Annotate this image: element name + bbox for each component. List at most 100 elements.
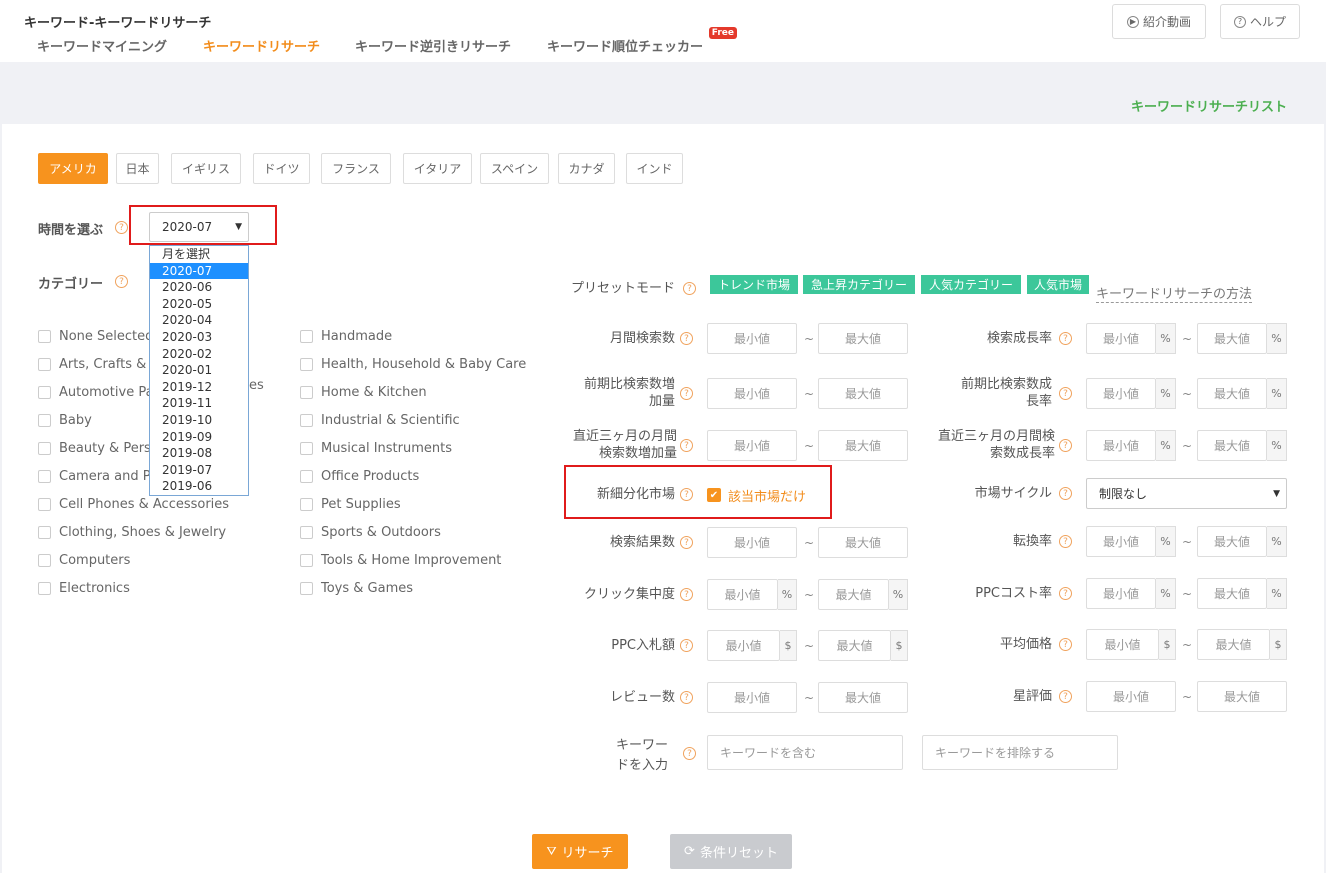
checkbox[interactable] [38, 469, 51, 483]
category-item[interactable]: Pet Supplies [300, 490, 540, 518]
checkbox[interactable] [38, 553, 51, 567]
ppc-cost-max-input[interactable]: 最大値 [1197, 578, 1267, 609]
checkbox[interactable] [38, 413, 51, 427]
checkbox[interactable] [300, 525, 313, 539]
category-item[interactable]: Home & Kitchen [300, 378, 540, 406]
country-uk[interactable]: イギリス [171, 153, 241, 184]
category-item[interactable]: Industrial & Scientific [300, 406, 540, 434]
preset-tag-popular-market[interactable]: 人気市場 [1027, 275, 1089, 294]
month-option[interactable]: 2020-01 [150, 362, 248, 379]
three-month-growth-max-input[interactable]: 最大値 [1197, 430, 1267, 461]
checkbox[interactable] [300, 413, 313, 427]
month-option[interactable]: 2020-05 [150, 296, 248, 313]
month-select[interactable]: 2020-07 ▼ [149, 212, 249, 242]
category-item[interactable]: Electronics [38, 574, 278, 602]
help-button[interactable]: ? ヘルプ [1220, 4, 1300, 39]
tab-rank-checker[interactable]: キーワード順位チェッカー Free [533, 27, 737, 62]
prev-increase-max-input[interactable]: 最大値 [818, 378, 908, 409]
monthly-search-max-input[interactable]: 最大値 [818, 323, 908, 354]
research-list-link[interactable]: キーワードリサーチリスト [1131, 96, 1287, 115]
ppc-bid-min-input[interactable]: 最小値 [707, 630, 780, 661]
country-spain[interactable]: スペイン [480, 153, 549, 184]
prev-growth-max-input[interactable]: 最大値 [1197, 378, 1267, 409]
reviews-max-input[interactable]: 最大値 [818, 682, 908, 713]
country-usa[interactable]: アメリカ [38, 153, 108, 184]
country-india[interactable]: インド [626, 153, 683, 184]
checkbox[interactable] [38, 497, 51, 511]
checkbox[interactable] [38, 329, 51, 343]
month-option[interactable]: 2020-07 [150, 262, 248, 280]
checkbox[interactable] [300, 385, 313, 399]
checkbox[interactable] [300, 497, 313, 511]
country-italy[interactable]: イタリア [403, 153, 472, 184]
new-market-checkbox[interactable]: ✔ [707, 488, 721, 502]
market-cycle-select[interactable]: 制限なし ▼ [1086, 478, 1287, 509]
checkbox[interactable] [300, 553, 313, 567]
results-max-input[interactable]: 最大値 [818, 527, 908, 558]
results-min-input[interactable]: 最小値 [707, 527, 797, 558]
reviews-min-input[interactable]: 最小値 [707, 682, 797, 713]
month-option[interactable]: 2019-12 [150, 379, 248, 396]
ppc-cost-min-input[interactable]: 最小値 [1086, 578, 1156, 609]
checkbox[interactable] [38, 525, 51, 539]
avg-price-max-input[interactable]: 最大値 [1197, 629, 1270, 660]
three-month-increase-min-input[interactable]: 最小値 [707, 430, 797, 461]
rating-max-input[interactable]: 最大値 [1197, 681, 1287, 712]
avg-price-min-input[interactable]: 最小値 [1086, 629, 1159, 660]
category-item[interactable]: Musical Instruments [300, 434, 540, 462]
category-item[interactable]: Sports & Outdoors [300, 518, 540, 546]
month-option[interactable]: 2020-02 [150, 346, 248, 363]
search-growth-max-input[interactable]: 最大値 [1197, 323, 1267, 354]
category-item[interactable]: Toys & Games [300, 574, 540, 602]
prev-increase-min-input[interactable]: 最小値 [707, 378, 797, 409]
click-concentration-max-input[interactable]: 最大値 [818, 579, 889, 610]
preset-tag-trend[interactable]: トレンド市場 [710, 275, 798, 294]
country-france[interactable]: フランス [321, 153, 391, 184]
three-month-growth-min-input[interactable]: 最小値 [1086, 430, 1156, 461]
month-option[interactable]: 2019-09 [150, 429, 248, 446]
intro-video-button[interactable]: ▶ 紹介動画 [1112, 4, 1206, 39]
tab-reverse-research[interactable]: キーワード逆引きリサーチ [343, 28, 523, 62]
research-button[interactable]: ⛛ リサーチ [532, 834, 628, 869]
reset-button[interactable]: ⟳ 条件リセット [670, 834, 792, 869]
month-option[interactable]: 2019-10 [150, 412, 248, 429]
month-option[interactable]: 2019-08 [150, 445, 248, 462]
tab-keyword-research[interactable]: キーワードリサーチ [188, 28, 335, 62]
keyword-include-input[interactable]: キーワードを含む [707, 735, 903, 770]
monthly-search-min-input[interactable]: 最小値 [707, 323, 797, 354]
checkbox[interactable] [38, 441, 51, 455]
checkbox[interactable] [300, 469, 313, 483]
rating-min-input[interactable]: 最小値 [1086, 681, 1176, 712]
search-growth-min-input[interactable]: 最小値 [1086, 323, 1156, 354]
month-option[interactable]: 2020-03 [150, 329, 248, 346]
category-item[interactable]: Health, Household & Baby Care [300, 350, 540, 378]
three-month-increase-max-input[interactable]: 最大値 [818, 430, 908, 461]
conversion-max-input[interactable]: 最大値 [1197, 526, 1267, 557]
category-item[interactable]: Tools & Home Improvement [300, 546, 540, 574]
method-link[interactable]: キーワードリサーチの方法 [1096, 283, 1253, 303]
country-germany[interactable]: ドイツ [253, 153, 310, 184]
country-canada[interactable]: カナダ [558, 153, 615, 184]
keyword-exclude-input[interactable]: キーワードを排除する [922, 735, 1118, 770]
category-item[interactable]: Office Products [300, 462, 540, 490]
checkbox[interactable] [300, 441, 313, 455]
checkbox[interactable] [38, 581, 51, 595]
month-option[interactable]: 2019-07 [150, 462, 248, 479]
month-option[interactable]: 2020-06 [150, 279, 248, 296]
checkbox[interactable] [300, 581, 313, 595]
prev-growth-min-input[interactable]: 最小値 [1086, 378, 1156, 409]
category-item[interactable]: Handmade [300, 322, 540, 350]
ppc-bid-max-input[interactable]: 最大値 [818, 630, 891, 661]
country-japan[interactable]: 日本 [116, 153, 159, 184]
checkbox[interactable] [300, 357, 313, 371]
month-option[interactable]: 月を選択 [150, 246, 248, 263]
preset-tag-rising[interactable]: 急上昇カテゴリー [803, 275, 915, 294]
tab-keyword-mining[interactable]: キーワードマイニング [24, 28, 180, 62]
checkbox[interactable] [38, 357, 51, 371]
checkbox[interactable] [300, 329, 313, 343]
conversion-min-input[interactable]: 最小値 [1086, 526, 1156, 557]
preset-tag-popular-category[interactable]: 人気カテゴリー [921, 275, 1021, 294]
month-option[interactable]: 2020-04 [150, 312, 248, 329]
checkbox[interactable] [38, 385, 51, 399]
category-item[interactable]: Clothing, Shoes & Jewelry [38, 518, 278, 546]
